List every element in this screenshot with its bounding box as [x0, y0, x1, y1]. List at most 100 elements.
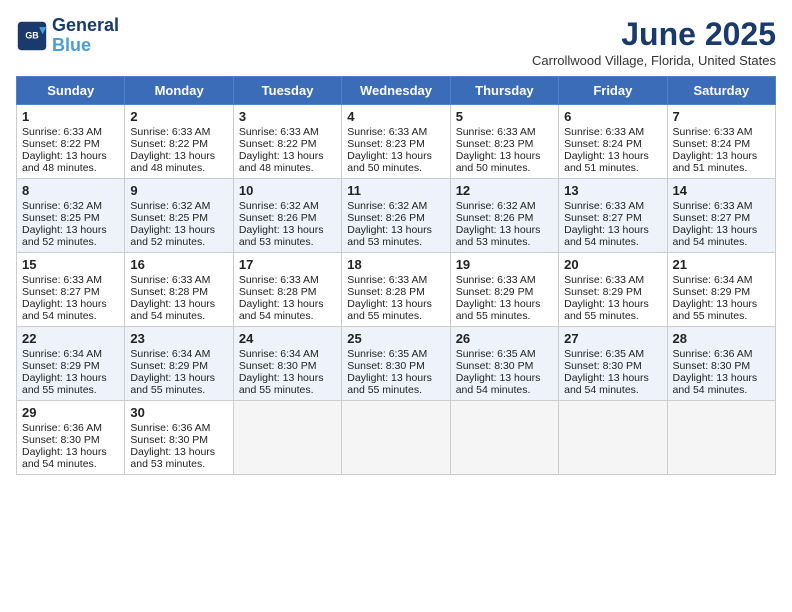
- weekday-header-saturday: Saturday: [667, 77, 775, 105]
- calendar-cell: 30Sunrise: 6:36 AM Sunset: 8:30 PM Dayli…: [125, 401, 233, 475]
- day-info: Sunrise: 6:33 AM Sunset: 8:22 PM Dayligh…: [239, 126, 336, 174]
- calendar-cell: [559, 401, 667, 475]
- day-number: 11: [347, 183, 444, 198]
- day-number: 4: [347, 109, 444, 124]
- weekday-header-wednesday: Wednesday: [342, 77, 450, 105]
- day-info: Sunrise: 6:34 AM Sunset: 8:29 PM Dayligh…: [673, 274, 770, 322]
- day-number: 17: [239, 257, 336, 272]
- weekday-header-sunday: Sunday: [17, 77, 125, 105]
- month-title: June 2025: [532, 16, 776, 53]
- weekday-header-friday: Friday: [559, 77, 667, 105]
- day-number: 12: [456, 183, 553, 198]
- calendar-cell: 29 Sunrise: 6:36 AM Sunset: 8:30 PM Dayli…: [17, 401, 125, 475]
- calendar-cell: 23Sunrise: 6:34 AM Sunset: 8:29 PM Dayli…: [125, 327, 233, 401]
- calendar-cell: [233, 401, 341, 475]
- calendar-cell: 9Sunrise: 6:32 AM Sunset: 8:25 PM Daylig…: [125, 179, 233, 253]
- calendar-week-1: 1 Sunrise: 6:33 AM Sunset: 8:22 PM Daylig…: [17, 105, 776, 179]
- day-number: 27: [564, 331, 661, 346]
- day-info: Sunrise: 6:34 AM Sunset: 8:29 PM Dayligh…: [130, 348, 227, 396]
- logo-text-line2: Blue: [52, 36, 119, 56]
- title-block: June 2025 Carrollwood Village, Florida, …: [532, 16, 776, 68]
- calendar-cell: 26 Sunrise: 6:35 AM Sunset: 8:30 PM Dayli…: [450, 327, 558, 401]
- calendar-cell: 10Sunrise: 6:32 AM Sunset: 8:26 PM Dayli…: [233, 179, 341, 253]
- day-number: 29: [22, 405, 119, 420]
- day-info: Sunrise: 6:33 AM Sunset: 8:27 PM Dayligh…: [673, 200, 770, 248]
- day-info: Sunrise: 6:33 AM Sunset: 8:24 PM Dayligh…: [673, 126, 770, 174]
- calendar-week-5: 29 Sunrise: 6:36 AM Sunset: 8:30 PM Dayli…: [17, 401, 776, 475]
- day-info: Sunrise: 6:33 AM Sunset: 8:22 PM Dayligh…: [22, 126, 119, 174]
- day-number: 24: [239, 331, 336, 346]
- calendar-cell: 3 Sunrise: 6:33 AM Sunset: 8:22 PM Daylig…: [233, 105, 341, 179]
- calendar-cell: 19Sunrise: 6:33 AM Sunset: 8:29 PM Dayli…: [450, 253, 558, 327]
- day-number: 8: [22, 183, 119, 198]
- day-info: Sunrise: 6:33 AM Sunset: 8:28 PM Dayligh…: [347, 274, 444, 322]
- day-number: 3: [239, 109, 336, 124]
- day-info: Sunrise: 6:32 AM Sunset: 8:26 PM Dayligh…: [456, 200, 553, 248]
- location: Carrollwood Village, Florida, United Sta…: [532, 53, 776, 68]
- calendar-cell: 21Sunrise: 6:34 AM Sunset: 8:29 PM Dayli…: [667, 253, 775, 327]
- calendar-cell: 8 Sunrise: 6:32 AM Sunset: 8:25 PM Daylig…: [17, 179, 125, 253]
- calendar-cell: [342, 401, 450, 475]
- calendar-cell: 16 Sunrise: 6:33 AM Sunset: 8:28 PM Dayli…: [125, 253, 233, 327]
- day-number: 7: [673, 109, 770, 124]
- page-header: GB General Blue June 2025 Carrollwood Vi…: [16, 16, 776, 68]
- calendar-cell: 2 Sunrise: 6:33 AM Sunset: 8:22 PM Daylig…: [125, 105, 233, 179]
- calendar-cell: [450, 401, 558, 475]
- calendar-cell: 7 Sunrise: 6:33 AM Sunset: 8:24 PM Daylig…: [667, 105, 775, 179]
- day-info: Sunrise: 6:32 AM Sunset: 8:25 PM Dayligh…: [22, 200, 119, 248]
- day-info: Sunrise: 6:33 AM Sunset: 8:22 PM Dayligh…: [130, 126, 227, 174]
- day-number: 2: [130, 109, 227, 124]
- day-number: 14: [673, 183, 770, 198]
- logo: GB General Blue: [16, 16, 119, 56]
- weekday-header-thursday: Thursday: [450, 77, 558, 105]
- day-info: Sunrise: 6:34 AM Sunset: 8:29 PM Dayligh…: [22, 348, 119, 396]
- day-info: Sunrise: 6:33 AM Sunset: 8:27 PM Dayligh…: [564, 200, 661, 248]
- day-info: Sunrise: 6:33 AM Sunset: 8:24 PM Dayligh…: [564, 126, 661, 174]
- calendar-cell: 20Sunrise: 6:33 AM Sunset: 8:29 PM Dayli…: [559, 253, 667, 327]
- day-info: Sunrise: 6:34 AM Sunset: 8:30 PM Dayligh…: [239, 348, 336, 396]
- calendar-cell: 11 Sunrise: 6:32 AM Sunset: 8:26 PM Dayli…: [342, 179, 450, 253]
- calendar-week-4: 22 Sunrise: 6:34 AM Sunset: 8:29 PM Dayli…: [17, 327, 776, 401]
- day-number: 16: [130, 257, 227, 272]
- calendar-cell: 18 Sunrise: 6:33 AM Sunset: 8:28 PM Dayli…: [342, 253, 450, 327]
- day-number: 22: [22, 331, 119, 346]
- day-info: Sunrise: 6:33 AM Sunset: 8:29 PM Dayligh…: [456, 274, 553, 322]
- day-number: 15: [22, 257, 119, 272]
- day-info: Sunrise: 6:33 AM Sunset: 8:28 PM Dayligh…: [130, 274, 227, 322]
- calendar-cell: 15Sunrise: 6:33 AM Sunset: 8:27 PM Dayli…: [17, 253, 125, 327]
- logo-text-line1: General: [52, 16, 119, 36]
- calendar-cell: 1 Sunrise: 6:33 AM Sunset: 8:22 PM Daylig…: [17, 105, 125, 179]
- day-info: Sunrise: 6:36 AM Sunset: 8:30 PM Dayligh…: [22, 422, 119, 470]
- day-info: Sunrise: 6:36 AM Sunset: 8:30 PM Dayligh…: [130, 422, 227, 470]
- day-info: Sunrise: 6:35 AM Sunset: 8:30 PM Dayligh…: [564, 348, 661, 396]
- calendar-cell: 14 Sunrise: 6:33 AM Sunset: 8:27 PM Dayli…: [667, 179, 775, 253]
- day-number: 13: [564, 183, 661, 198]
- day-number: 26: [456, 331, 553, 346]
- day-info: Sunrise: 6:36 AM Sunset: 8:30 PM Dayligh…: [673, 348, 770, 396]
- calendar-cell: [667, 401, 775, 475]
- calendar-cell: 12 Sunrise: 6:32 AM Sunset: 8:26 PM Dayli…: [450, 179, 558, 253]
- day-number: 25: [347, 331, 444, 346]
- day-info: Sunrise: 6:35 AM Sunset: 8:30 PM Dayligh…: [347, 348, 444, 396]
- calendar-cell: 24 Sunrise: 6:34 AM Sunset: 8:30 PM Dayli…: [233, 327, 341, 401]
- calendar-cell: 28 Sunrise: 6:36 AM Sunset: 8:30 PM Dayli…: [667, 327, 775, 401]
- calendar-header-row: SundayMondayTuesdayWednesdayThursdayFrid…: [17, 77, 776, 105]
- calendar-week-2: 8 Sunrise: 6:32 AM Sunset: 8:25 PM Daylig…: [17, 179, 776, 253]
- day-number: 20: [564, 257, 661, 272]
- calendar-cell: 27 Sunrise: 6:35 AM Sunset: 8:30 PM Dayli…: [559, 327, 667, 401]
- day-number: 18: [347, 257, 444, 272]
- day-number: 1: [22, 109, 119, 124]
- weekday-header-monday: Monday: [125, 77, 233, 105]
- calendar-cell: 4 Sunrise: 6:33 AM Sunset: 8:23 PM Daylig…: [342, 105, 450, 179]
- calendar-cell: 22 Sunrise: 6:34 AM Sunset: 8:29 PM Dayli…: [17, 327, 125, 401]
- logo-icon: GB: [16, 20, 48, 52]
- day-info: Sunrise: 6:33 AM Sunset: 8:23 PM Dayligh…: [347, 126, 444, 174]
- calendar-table: SundayMondayTuesdayWednesdayThursdayFrid…: [16, 76, 776, 475]
- day-info: Sunrise: 6:32 AM Sunset: 8:26 PM Dayligh…: [347, 200, 444, 248]
- day-info: Sunrise: 6:32 AM Sunset: 8:26 PM Dayligh…: [239, 200, 336, 248]
- day-number: 28: [673, 331, 770, 346]
- day-number: 6: [564, 109, 661, 124]
- day-info: Sunrise: 6:32 AM Sunset: 8:25 PM Dayligh…: [130, 200, 227, 248]
- day-number: 5: [456, 109, 553, 124]
- day-info: Sunrise: 6:35 AM Sunset: 8:30 PM Dayligh…: [456, 348, 553, 396]
